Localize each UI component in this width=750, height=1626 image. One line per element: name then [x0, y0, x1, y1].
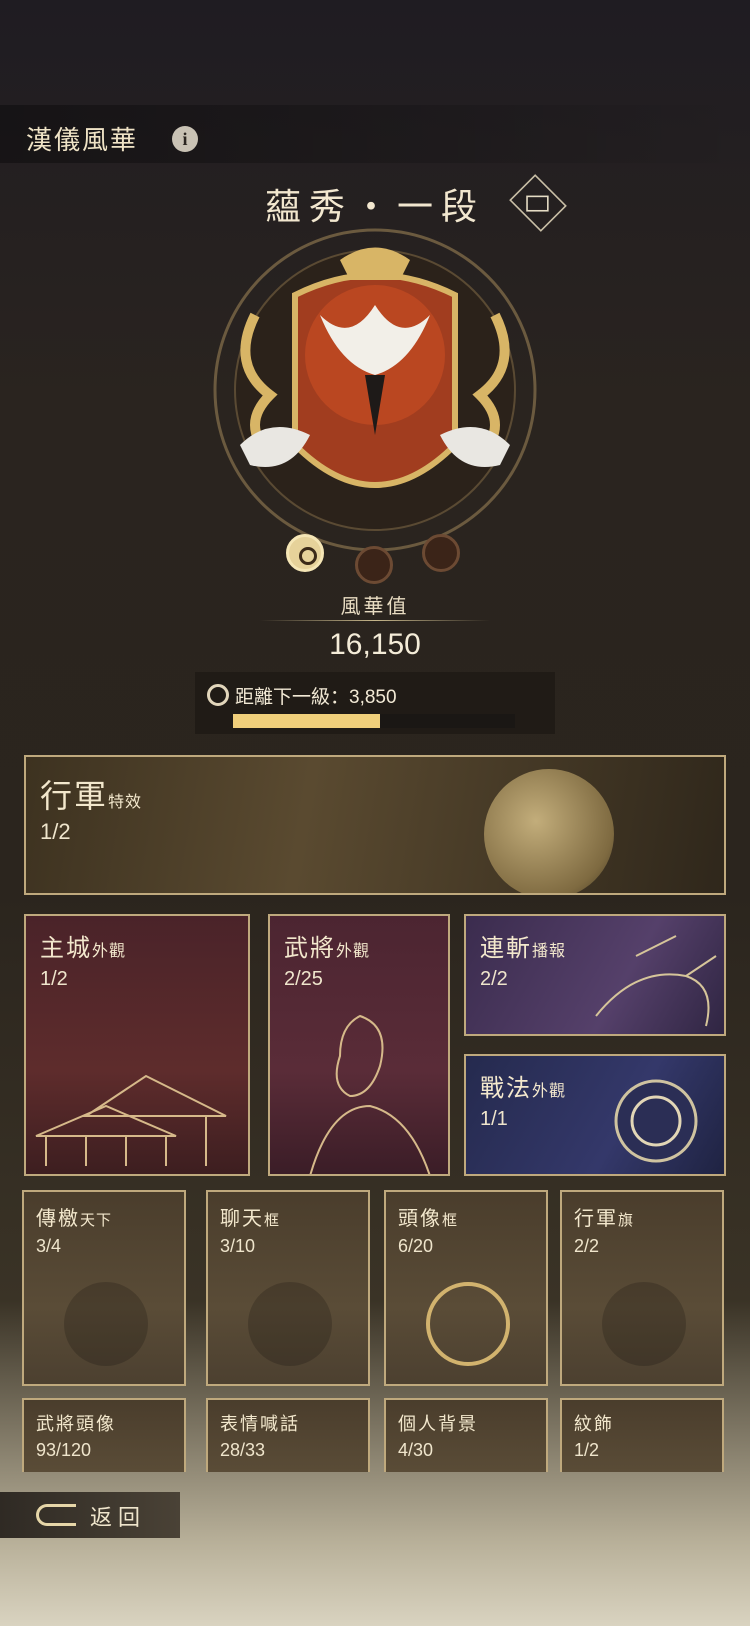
card-proclamation[interactable]: 傳檄天下 3/4 [22, 1190, 186, 1386]
level-pip[interactable] [355, 546, 393, 584]
page-title: 漢儀風華 [26, 126, 139, 156]
card-count: 1/2 [40, 968, 68, 990]
general-portrait-icon [309, 1014, 431, 1174]
crane-emblem-icon [213, 228, 537, 552]
back-arrow-icon [36, 1504, 76, 1526]
crane-moon-icon [484, 769, 614, 893]
level-pips [280, 530, 480, 584]
card-personal-background[interactable]: 個人背景 4/30 [384, 1398, 548, 1472]
card-title: 聊天框 [220, 1206, 281, 1230]
info-icon[interactable]: i [172, 126, 198, 152]
banner-flag-icon [602, 1282, 686, 1366]
card-title: 戰法外觀 [480, 1074, 567, 1102]
card-title: 武將外觀 [284, 934, 371, 962]
card-general-appearance[interactable]: 武將外觀 2/25 [268, 914, 450, 1176]
card-count: 3/10 [220, 1236, 256, 1256]
divider [260, 620, 490, 621]
value-number: 16,150 [329, 628, 421, 661]
card-title: 主城外觀 [40, 934, 127, 962]
card-title: 武將頭像 [36, 1414, 116, 1435]
card-title: 行軍特效 [40, 777, 143, 815]
card-march-effect[interactable]: 行軍特效 1/2 [24, 755, 726, 895]
horse-rider-icon [595, 935, 717, 1027]
card-avatar-frame[interactable]: 頭像框 6/20 [384, 1190, 548, 1386]
card-city-appearance[interactable]: 主城外觀 1/2 [24, 914, 250, 1176]
card-march-banner[interactable]: 行軍旗 2/2 [560, 1190, 724, 1386]
spiral-icon [207, 684, 229, 706]
card-count: 2/2 [480, 968, 508, 990]
scroll-icon [64, 1282, 148, 1366]
card-emote[interactable]: 表情喊話 28/33 [206, 1398, 370, 1472]
card-title: 頭像框 [398, 1206, 459, 1230]
card-general-avatar[interactable]: 武將頭像 93/120 [22, 1398, 186, 1472]
card-combo-broadcast[interactable]: 連斬播報 2/2 [464, 914, 726, 1036]
card-title: 行軍旗 [574, 1206, 635, 1230]
card-ornament[interactable]: 紋飾 1/2 [560, 1398, 724, 1472]
progress-fill [233, 714, 380, 728]
card-count: 1/1 [480, 1108, 508, 1130]
chat-frame-icon [248, 1282, 332, 1366]
level-pip-active[interactable] [286, 534, 324, 572]
card-title: 個人背景 [398, 1414, 478, 1435]
card-count: 1/2 [574, 1440, 600, 1460]
card-title: 表情喊話 [220, 1414, 300, 1435]
progress-track [233, 714, 515, 728]
card-count: 28/33 [220, 1440, 266, 1460]
card-count: 3/4 [36, 1236, 62, 1256]
card-tactic-appearance[interactable]: 戰法外觀 1/1 [464, 1054, 726, 1176]
level-pip[interactable] [422, 534, 460, 572]
back-label: 返回 [90, 1506, 147, 1531]
progress-panel: 距離下一級：3,850 [195, 672, 555, 734]
card-chat-frame[interactable]: 聊天框 3/10 [206, 1190, 370, 1386]
palace-icon [35, 1074, 227, 1166]
card-title: 傳檄天下 [36, 1206, 113, 1230]
card-count: 2/2 [574, 1236, 600, 1256]
tactic-orb-icon [614, 1079, 698, 1163]
card-count: 2/25 [284, 968, 323, 990]
card-count: 4/30 [398, 1440, 434, 1460]
card-count: 6/20 [398, 1236, 434, 1256]
rank-title: 蘊秀・一段 [264, 187, 485, 228]
avatar-frame-icon [426, 1282, 510, 1366]
value-label: 風華值 [340, 594, 410, 618]
card-title: 連斬播報 [480, 934, 567, 962]
card-count: 93/120 [36, 1440, 92, 1460]
card-title: 紋飾 [574, 1414, 614, 1435]
back-button[interactable]: 返回 [0, 1492, 180, 1538]
card-count: 1/2 [40, 819, 71, 844]
next-level-text: 距離下一級：3,850 [235, 687, 397, 708]
